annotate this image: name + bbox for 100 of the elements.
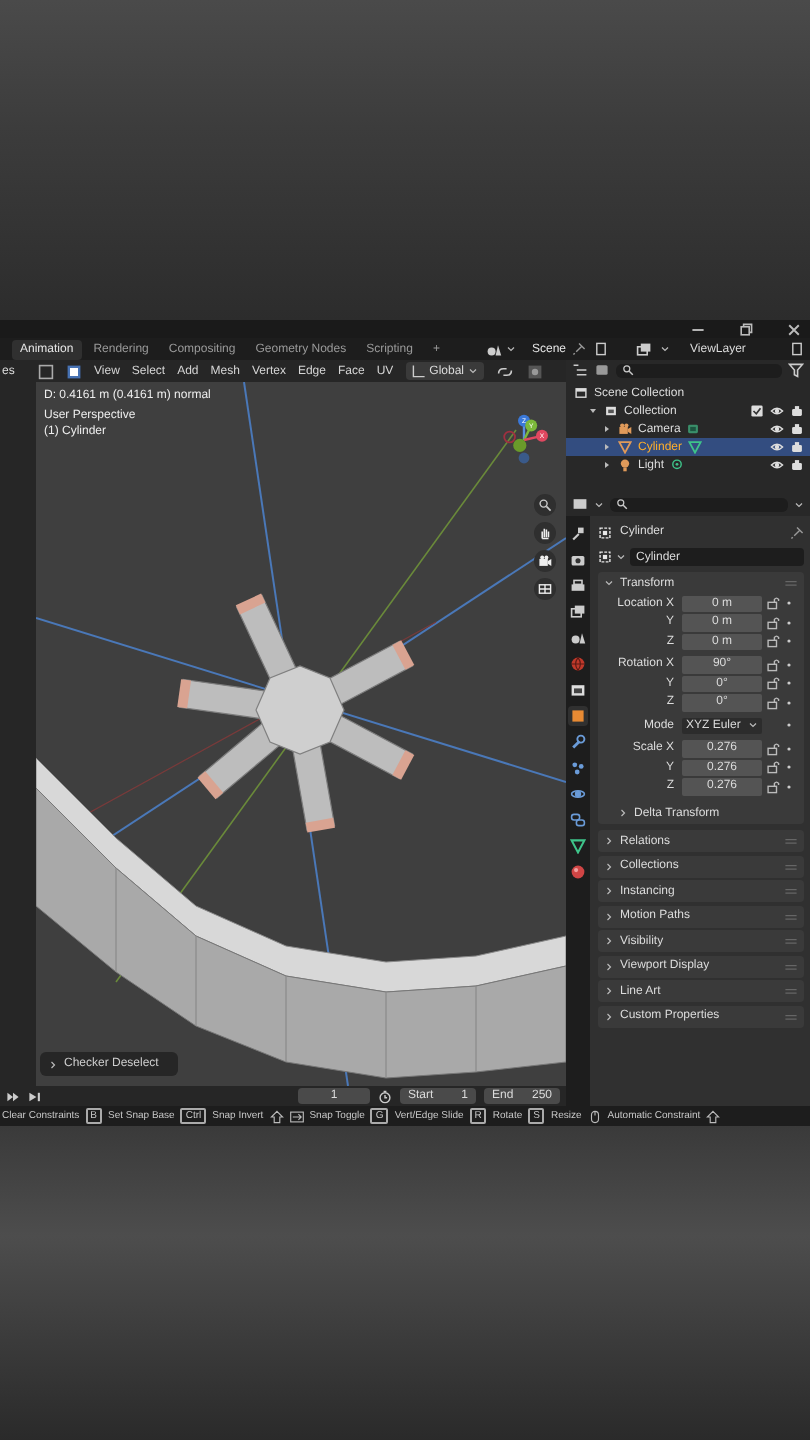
- expand-arrow-icon[interactable]: [602, 460, 612, 470]
- editor-type-icon[interactable]: [572, 496, 588, 512]
- grip-icon[interactable]: [784, 834, 798, 848]
- select-box-icon[interactable]: [38, 363, 54, 379]
- grip-icon[interactable]: [784, 1009, 798, 1023]
- keyframe-dot-icon[interactable]: [784, 617, 794, 628]
- document-icon[interactable]: [594, 342, 608, 356]
- grip-icon[interactable]: [784, 934, 798, 948]
- keyframe-dot-icon[interactable]: [784, 678, 794, 689]
- render-camera-icon[interactable]: [790, 422, 804, 436]
- keyframe-dot-icon[interactable]: [784, 697, 794, 708]
- properties-tab[interactable]: [568, 784, 588, 804]
- mesh-data-icon[interactable]: [688, 440, 703, 454]
- select-mode-icon[interactable]: [66, 363, 82, 379]
- properties-tab[interactable]: [568, 836, 588, 856]
- search-field[interactable]: [610, 497, 788, 511]
- keyframe-dot-icon[interactable]: [784, 598, 794, 609]
- keyframe-dot-icon[interactable]: [784, 659, 794, 670]
- image-stack-icon[interactable]: [636, 341, 652, 357]
- lock-icon[interactable]: [766, 596, 780, 611]
- lock-icon[interactable]: [766, 760, 780, 775]
- tab-key-icon: [289, 1109, 304, 1123]
- keyframe-dot-icon[interactable]: [784, 636, 794, 647]
- eye-icon[interactable]: [770, 422, 784, 436]
- lock-icon[interactable]: [766, 634, 780, 649]
- funnel-icon[interactable]: [788, 362, 804, 378]
- camera-icon[interactable]: [534, 550, 556, 572]
- pin-icon[interactable]: [790, 525, 804, 539]
- properties-tab[interactable]: [568, 602, 588, 622]
- chevron-icon[interactable]: [604, 861, 614, 871]
- chevron-icon[interactable]: [604, 911, 614, 921]
- grip-icon[interactable]: [784, 959, 798, 973]
- chain-icon: [570, 812, 586, 828]
- lock-icon[interactable]: [766, 615, 780, 630]
- eye-icon[interactable]: [770, 458, 784, 472]
- object-icon[interactable]: [598, 550, 612, 564]
- properties-tab[interactable]: [568, 524, 588, 544]
- grip-icon[interactable]: [784, 576, 798, 590]
- render-camera-icon[interactable]: [790, 440, 804, 454]
- render-camera-icon[interactable]: [790, 404, 804, 418]
- properties-tab[interactable]: [568, 550, 588, 570]
- lock-icon[interactable]: [766, 657, 780, 672]
- light-data-icon[interactable]: [670, 458, 685, 472]
- list-icon[interactable]: [572, 362, 588, 378]
- scene-icon[interactable]: [485, 341, 502, 357]
- caret-icon[interactable]: [616, 552, 626, 562]
- particles-icon: [570, 760, 586, 776]
- hand-icon[interactable]: [534, 522, 556, 544]
- snap-icon[interactable]: [526, 363, 545, 379]
- sphere-icon: [570, 864, 586, 880]
- properties-tab[interactable]: [568, 706, 588, 726]
- render-camera-icon[interactable]: [790, 458, 804, 472]
- chevron-icon[interactable]: [604, 886, 614, 896]
- grip-icon[interactable]: [784, 909, 798, 923]
- eye-icon[interactable]: [770, 404, 784, 418]
- properties-tab[interactable]: [568, 758, 588, 778]
- zoom-icon[interactable]: [534, 494, 556, 516]
- expand-arrow-icon[interactable]: [602, 424, 612, 434]
- caret-icon[interactable]: [794, 499, 804, 509]
- expand-arrow-icon[interactable]: [602, 442, 612, 452]
- maximize-icon[interactable]: [738, 321, 754, 337]
- lock-icon[interactable]: [766, 695, 780, 710]
- caret-icon[interactable]: [660, 344, 670, 354]
- caret-icon[interactable]: [594, 499, 604, 509]
- keyframe-dot-icon[interactable]: [784, 743, 794, 754]
- chevron-icon[interactable]: [604, 578, 614, 588]
- keyframe-dot-icon[interactable]: [784, 720, 794, 731]
- properties-tab[interactable]: [568, 576, 588, 596]
- properties-tab[interactable]: [568, 732, 588, 752]
- expand-arrow-icon[interactable]: [588, 406, 598, 416]
- camera-data-icon[interactable]: [686, 422, 701, 436]
- grip-icon[interactable]: [784, 884, 798, 898]
- chevron-icon[interactable]: [604, 961, 614, 971]
- chevron-icon[interactable]: [604, 936, 614, 946]
- keyframe-dot-icon[interactable]: [784, 762, 794, 773]
- close-icon[interactable]: [786, 321, 802, 337]
- chevron-icon[interactable]: [604, 836, 614, 846]
- caret-icon[interactable]: [505, 344, 516, 354]
- chevron-icon[interactable]: [604, 986, 614, 996]
- chevron-icon[interactable]: [604, 1011, 614, 1021]
- chevron-icon[interactable]: [618, 808, 628, 818]
- properties-tab[interactable]: [568, 810, 588, 830]
- filter-mode-icon[interactable]: [594, 362, 610, 378]
- lock-icon[interactable]: [766, 676, 780, 691]
- skip-end-icon[interactable]: [28, 1089, 42, 1103]
- grip-icon[interactable]: [784, 984, 798, 998]
- checkbox[interactable]: [750, 404, 764, 418]
- link-icon[interactable]: [496, 363, 515, 379]
- search-field[interactable]: [616, 363, 782, 377]
- properties-tab[interactable]: [568, 680, 588, 700]
- grid-icon[interactable]: [534, 578, 556, 600]
- clock-icon[interactable]: [378, 1089, 392, 1103]
- keyframe-dot-icon[interactable]: [784, 781, 794, 792]
- lock-icon[interactable]: [766, 779, 780, 794]
- eye-icon[interactable]: [770, 440, 784, 454]
- pin-icon[interactable]: [572, 342, 586, 356]
- grip-icon[interactable]: [784, 859, 798, 873]
- lock-icon[interactable]: [766, 741, 780, 756]
- document-icon[interactable]: [790, 342, 804, 356]
- properties-tab[interactable]: [568, 862, 588, 882]
